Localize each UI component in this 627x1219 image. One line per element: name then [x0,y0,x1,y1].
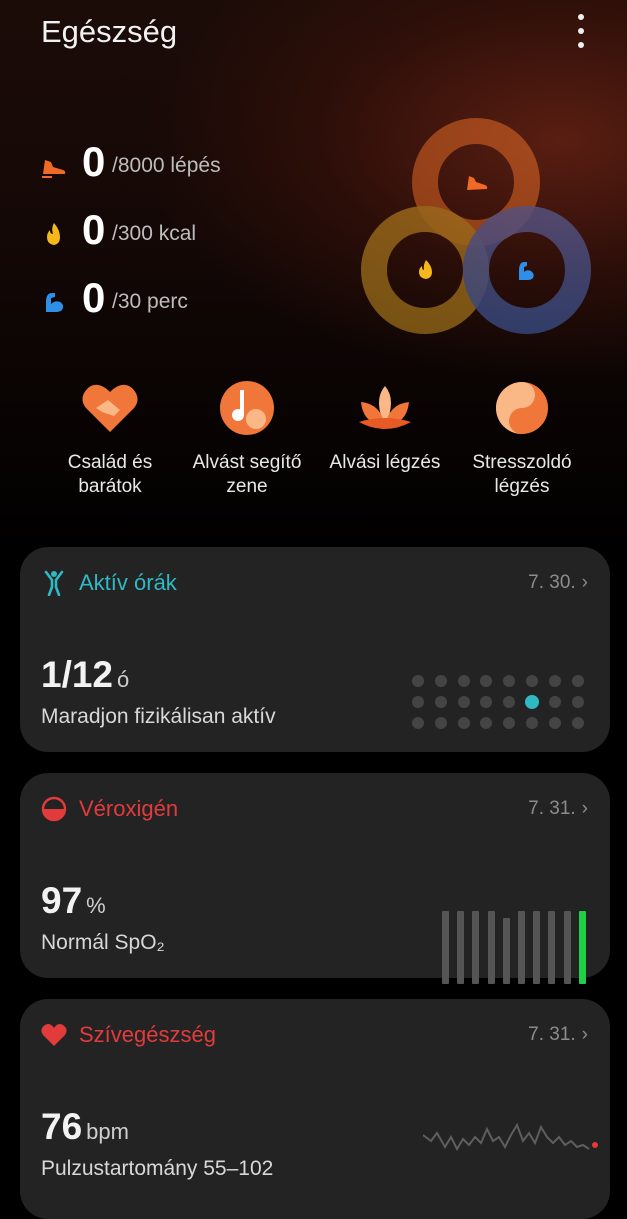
exercise-value: 0 [82,274,106,321]
hour-dot [571,696,584,708]
hour-dot [526,717,538,729]
active-hours-value: 1/12 ó [41,654,130,695]
music-note-icon [220,381,274,435]
shortcut-label: Stresszoldó légzés [472,452,572,497]
calories-value: 0 [82,206,106,253]
hour-dot [480,696,493,708]
flame-icon [47,223,60,245]
arm-icon [46,293,64,312]
ring-flame-icon [419,260,432,279]
hour-dot [412,696,424,708]
heart-rate-value: 76 bpm [41,1106,129,1147]
hour-dot [412,717,424,729]
hour-dot [457,696,470,708]
spo2-bar [457,911,465,984]
hour-dot [412,675,424,687]
chevron-right-icon: › [581,572,588,593]
hour-dot [548,675,561,687]
shortcut-stress-breathing[interactable]: Stresszoldó légzés [452,378,592,499]
card-date: 7. 30. › [528,572,588,593]
shortcut-label: Család és barátok [67,452,153,497]
spo2-bar [487,911,495,984]
chevron-right-icon: › [581,798,588,819]
hour-dot [503,696,516,708]
spo2-bar [563,911,571,984]
spo2-bar [472,911,480,984]
more-options-button[interactable] [566,12,596,52]
heart-icon [41,1024,67,1046]
more-options-icon [578,14,584,20]
blood-oxygen-icon [41,796,67,822]
exercise-goal: /30 perc [112,290,188,313]
hour-dot [571,675,584,687]
hour-dot [480,675,493,687]
heart-handshake-icon [82,384,138,432]
steps-value: 0 [82,138,106,185]
page-title: Egészség [41,14,178,49]
hour-dot [526,675,538,687]
shortcut-family-friends[interactable]: Család és barátok [40,378,180,499]
latest-heart-rate-dot [592,1142,598,1148]
shortcut-label: Alvási légzés [329,452,441,473]
shortcut-label: Alvást segítő zene [192,452,302,497]
hour-dot [548,717,561,729]
spo2-bar [442,911,449,984]
hour-dot [525,695,539,709]
hour-dot [457,675,470,687]
hour-dot [503,675,516,687]
hour-dot [548,696,561,708]
lotus-icon [359,386,411,429]
heart-health-card[interactable]: Szívegészség 7. 31. › 76 bpm Pulzustartomá… [20,999,610,1219]
card-subtitle: Maradjon fizikálisan aktív [41,705,276,728]
spo2-bar [502,918,510,984]
hour-dot [434,675,447,687]
card-title: Véroxigén [79,796,179,821]
card-subtitle: Normál SpO₂ [41,931,165,954]
hour-dot [434,696,447,708]
spo2-bar [548,911,556,984]
spo2-value: 97% [41,880,106,921]
card-date: 7. 31. › [528,798,588,819]
spo2-bar [533,911,541,984]
yin-yang-icon [496,382,548,434]
shortcut-sleep-music[interactable]: Alvást segítő zene [177,378,317,499]
blood-oxygen-card[interactable]: Véroxigén 7. 31. › 97% Normál SpO₂ [20,773,610,984]
hour-dot [457,717,470,729]
hour-dot [434,717,447,729]
activity-rings[interactable] [355,110,600,340]
person-active-icon [44,570,64,596]
card-date: 7. 31. › [528,1024,588,1045]
ring-arm-icon [519,262,534,280]
heart-rate-sparkline [423,1122,598,1152]
calories-goal: /300 kcal [112,222,197,245]
card-title: Aktív órák [79,570,177,595]
hour-dot [480,717,493,729]
card-title: Szívegészség [79,1022,216,1047]
shoe-icon [42,160,66,178]
spo2-bar [578,911,586,984]
spo2-bar [518,911,525,984]
active-hours-card[interactable]: Aktív órák 7. 30. › 1/12 ó Maradjon fiziká… [20,547,610,752]
card-subtitle: Pulzustartomány 55–102 [41,1157,274,1180]
steps-goal: /8000 lépés [112,154,221,177]
shortcut-sleep-breathing[interactable]: Alvási légzés [315,378,455,475]
ring-shoe-icon [467,176,488,190]
hour-dot [503,717,516,729]
hour-dot [571,717,584,729]
chevron-right-icon: › [581,1024,588,1045]
